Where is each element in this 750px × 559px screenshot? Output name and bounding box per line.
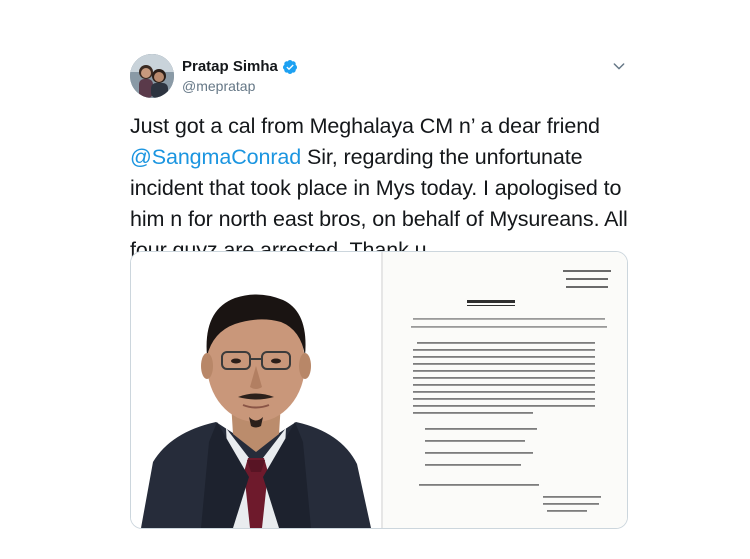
author-handle[interactable]: @mepratap	[182, 78, 255, 94]
verified-badge-icon	[282, 59, 297, 74]
mention-link[interactable]: @SangmaConrad	[130, 145, 301, 169]
tweet-text-part1: Just got a cal from Meghalaya CM n’ a de…	[130, 114, 600, 138]
tweet-text: Just got a cal from Meghalaya CM n’ a de…	[130, 111, 630, 266]
author-name-row[interactable]: Pratap Simha	[182, 58, 298, 75]
document-illustration	[383, 252, 627, 528]
media-container[interactable]	[130, 251, 628, 529]
portrait-photo[interactable]	[131, 252, 381, 528]
chevron-down-icon[interactable]	[611, 58, 627, 74]
avatar[interactable]	[130, 54, 174, 98]
portrait-illustration	[131, 252, 381, 528]
author-display-name[interactable]: Pratap Simha	[182, 58, 278, 75]
tweet-card: Pratap Simha @mepratap Just got a cal fr…	[0, 0, 750, 559]
press-release-document[interactable]	[383, 252, 627, 528]
avatar-photo	[130, 54, 174, 98]
